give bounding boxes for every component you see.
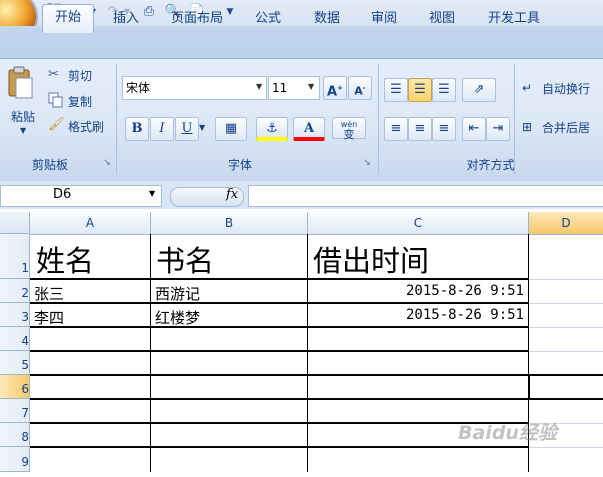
- tab-developer[interactable]: 开发工具: [480, 6, 548, 32]
- cell-b3[interactable]: 红楼梦: [155, 307, 200, 328]
- phonetic-icon[interactable]: wén 变: [332, 117, 366, 141]
- align-left-icon[interactable]: ≡: [384, 117, 408, 141]
- italic-icon[interactable]: I: [150, 117, 174, 141]
- decrease-indent-icon[interactable]: ⇤: [462, 117, 486, 141]
- bold-icon[interactable]: B: [125, 117, 149, 141]
- cell-a2[interactable]: 张三: [34, 283, 64, 304]
- cell-border: [30, 374, 528, 376]
- row-header-7[interactable]: 7: [0, 399, 30, 423]
- cut-button[interactable]: 剪切: [68, 67, 92, 84]
- row-header-1[interactable]: 1: [0, 234, 30, 279]
- tab-data[interactable]: 数据: [305, 6, 349, 32]
- formula-input[interactable]: [248, 185, 603, 207]
- phonetic-char: 变: [343, 128, 355, 141]
- font-size-dropdown-icon[interactable]: ▼: [308, 76, 318, 98]
- cell-a1[interactable]: 姓名: [36, 238, 94, 280]
- wrap-text-button[interactable]: 自动换行: [542, 80, 603, 97]
- tab-insert[interactable]: 插入: [104, 6, 148, 32]
- fill-color-icon[interactable]: ⚓: [256, 117, 288, 141]
- row-header-2[interactable]: 2: [0, 279, 30, 303]
- font-size-value: 11: [272, 81, 288, 95]
- underline-icon[interactable]: U: [175, 117, 199, 141]
- clipboard-dialog-launcher-icon[interactable]: ↘: [102, 158, 112, 168]
- cell-border: [30, 326, 528, 328]
- cell-a3[interactable]: 李四: [34, 307, 64, 328]
- clipboard-group-label: 剪贴板: [31, 158, 68, 172]
- name-box-dropdown-icon[interactable]: ▼: [149, 189, 155, 198]
- font-name-dropdown-icon[interactable]: ▼: [256, 76, 266, 98]
- align-right-icon[interactable]: ≡: [432, 117, 456, 141]
- font-color-icon[interactable]: A: [293, 117, 325, 141]
- paste-button[interactable]: 粘贴: [6, 108, 40, 125]
- tab-view[interactable]: 视图: [420, 6, 464, 32]
- cell-border: [30, 422, 528, 424]
- scissors-icon: ✂: [48, 67, 59, 82]
- format-painter-icon: 🖌: [48, 117, 65, 132]
- row-header-9[interactable]: 9: [0, 447, 30, 472]
- shrink-font-icon[interactable]: A-: [348, 76, 372, 100]
- border-icon[interactable]: ▦: [215, 117, 247, 141]
- tab-review[interactable]: 审阅: [362, 6, 406, 32]
- tab-home[interactable]: 开始: [42, 4, 94, 33]
- align-bottom-icon[interactable]: ☰: [432, 78, 456, 102]
- orientation-icon[interactable]: ⇗: [462, 78, 496, 102]
- wrap-text-icon: ↵: [522, 81, 533, 95]
- cell-c2[interactable]: 2015-8-26 9:51: [312, 283, 524, 299]
- gridline: [529, 303, 603, 304]
- format-painter-button[interactable]: 格式刷: [68, 118, 104, 135]
- name-box[interactable]: D6 ▼: [0, 185, 162, 207]
- increase-indent-icon[interactable]: ⇥: [486, 117, 510, 141]
- cell-border: [30, 278, 528, 280]
- paste-dropdown-icon[interactable]: ▼: [20, 126, 30, 135]
- column-header-b[interactable]: B: [151, 212, 308, 235]
- merge-center-icon: ⊞: [522, 120, 533, 134]
- gridline: [529, 327, 603, 328]
- cell-border: [30, 302, 528, 304]
- gridline: [529, 351, 603, 352]
- align-middle-icon[interactable]: ☰: [408, 78, 432, 102]
- cell-b2[interactable]: 西游记: [155, 283, 200, 304]
- select-all-corner[interactable]: [0, 212, 30, 234]
- cell-c1[interactable]: 借出时间: [313, 238, 429, 280]
- gridline: [529, 279, 603, 280]
- underline-dropdown-icon[interactable]: ▼: [199, 117, 209, 139]
- cell-c3[interactable]: 2015-8-26 9:51: [312, 307, 524, 323]
- group-divider: [116, 64, 117, 174]
- row-header-6[interactable]: 6: [0, 375, 30, 399]
- row-header-4[interactable]: 4: [0, 327, 30, 351]
- tab-formulas[interactable]: 公式: [246, 6, 290, 32]
- grow-font-icon[interactable]: A+: [323, 76, 347, 100]
- cell-border: [30, 350, 528, 352]
- column-header-c[interactable]: C: [308, 212, 529, 235]
- row-header-3[interactable]: 3: [0, 303, 30, 327]
- insert-function-icon[interactable]: fx: [226, 186, 244, 204]
- active-cell-d6[interactable]: [528, 374, 603, 400]
- row-header-5[interactable]: 5: [0, 351, 30, 375]
- copy-button[interactable]: 复制: [68, 93, 92, 110]
- font-name-combo[interactable]: 宋体: [122, 76, 267, 100]
- column-header-a[interactable]: A: [30, 212, 151, 235]
- name-box-value: D6: [53, 187, 72, 202]
- tab-page-layout[interactable]: 页面布局: [164, 6, 230, 32]
- baidu-watermark: Baidu经验: [458, 422, 557, 444]
- cell-border: [30, 398, 528, 400]
- alignment-group-label: 对齐方式: [466, 158, 515, 172]
- merge-center-button[interactable]: 合并后居: [542, 119, 603, 136]
- cell-border: [150, 234, 151, 472]
- cell-border: [30, 446, 528, 448]
- gridline: [529, 447, 603, 448]
- cell-border: [307, 234, 308, 472]
- copy-icon: [48, 92, 64, 108]
- align-top-icon[interactable]: ☰: [384, 78, 408, 102]
- row-header-8[interactable]: 8: [0, 423, 30, 447]
- align-center-icon[interactable]: ≡: [408, 117, 432, 141]
- cell-b1[interactable]: 书名: [156, 238, 214, 280]
- font-dialog-launcher-icon[interactable]: ↘: [362, 158, 372, 168]
- font-name-value: 宋体: [126, 81, 151, 95]
- paste-icon[interactable]: [6, 66, 34, 100]
- column-header-d[interactable]: D: [529, 212, 603, 235]
- font-group-label: 字体: [227, 158, 252, 172]
